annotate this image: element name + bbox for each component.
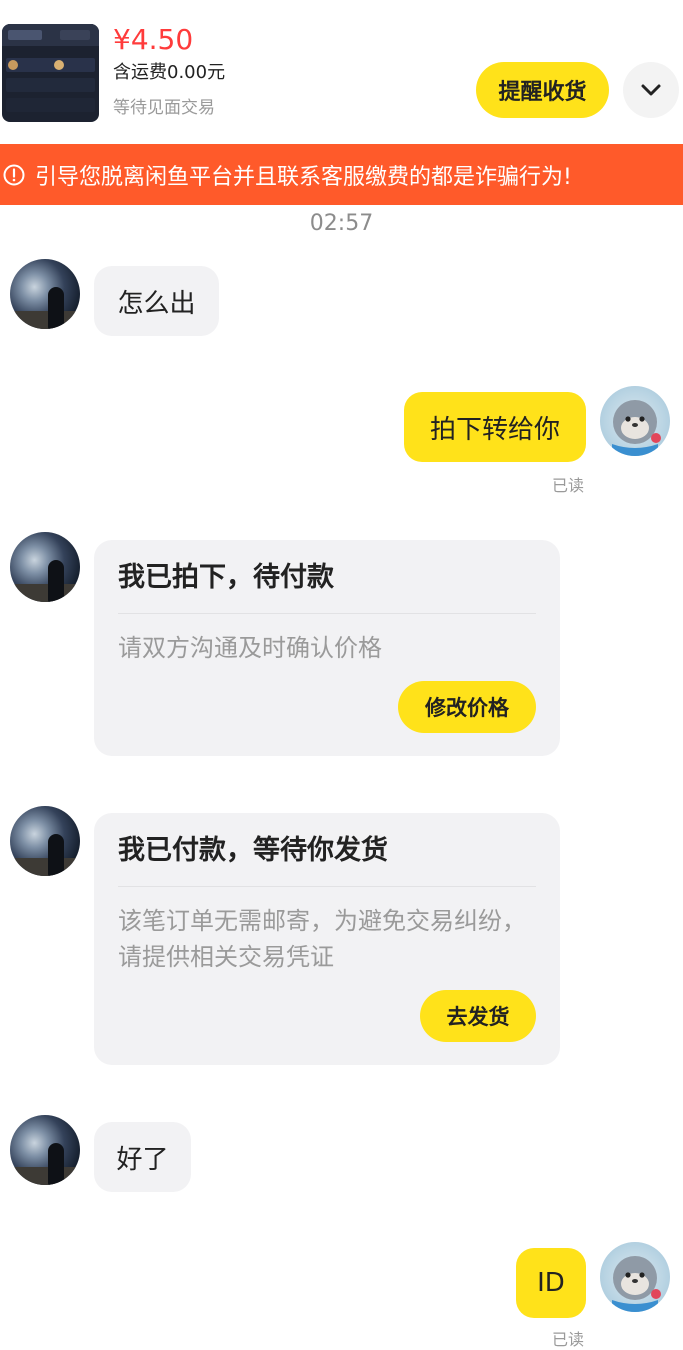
message-bubble[interactable]: 好了 bbox=[94, 1122, 191, 1192]
expand-button[interactable] bbox=[623, 62, 679, 118]
avatar-figure bbox=[48, 834, 64, 876]
ship-button[interactable]: 去发货 bbox=[420, 990, 536, 1042]
message-bubble[interactable]: ID bbox=[516, 1248, 586, 1318]
seal-mascot-icon bbox=[612, 400, 661, 456]
avatar-figure bbox=[48, 287, 64, 329]
avatar[interactable] bbox=[10, 532, 80, 602]
avatar-ground bbox=[10, 584, 80, 602]
thumbnail-tab bbox=[60, 30, 90, 40]
trade-status: 等待见面交易 bbox=[113, 98, 215, 118]
order-header: ¥4.50 含运费0.00元 等待见面交易 提醒收货 bbox=[0, 0, 683, 144]
card-divider bbox=[118, 613, 536, 614]
message-timestamp: 02:57 bbox=[309, 211, 374, 236]
thumbnail-icon bbox=[8, 60, 18, 70]
avatar-figure bbox=[48, 1143, 64, 1185]
card-title: 我已付款，等待你发货 bbox=[118, 835, 388, 866]
modify-price-button[interactable]: 修改价格 bbox=[398, 681, 536, 733]
message-bubble[interactable]: 拍下转给你 bbox=[404, 392, 586, 462]
chevron-down-icon bbox=[641, 84, 661, 96]
product-thumbnail[interactable] bbox=[2, 24, 99, 122]
fraud-warning-banner: 引导您脱离闲鱼平台并且联系客服缴费的都是诈骗行为! bbox=[0, 144, 683, 205]
warning-text: 引导您脱离闲鱼平台并且联系客服缴费的都是诈骗行为! bbox=[35, 164, 572, 190]
avatar[interactable] bbox=[10, 806, 80, 876]
read-status: 已读 bbox=[552, 476, 585, 495]
thumbnail-icon bbox=[54, 60, 64, 70]
card-description: 请双方沟通及时确认价格 bbox=[118, 634, 382, 662]
read-status: 已读 bbox=[552, 1330, 585, 1349]
card-title: 我已拍下，待付款 bbox=[118, 562, 334, 593]
avatar-ground bbox=[10, 1167, 80, 1185]
avatar[interactable] bbox=[600, 386, 670, 456]
card-description: 该笔订单无需邮寄，为避免交易纠纷，请提供相关交易凭证 bbox=[118, 907, 526, 971]
warning-icon bbox=[3, 164, 25, 185]
order-card-pending-payment: 我已拍下，待付款 请双方沟通及时确认价格 修改价格 bbox=[94, 540, 560, 756]
remind-receipt-button[interactable]: 提醒收货 bbox=[476, 62, 609, 118]
order-card-paid: 我已付款，等待你发货 该笔订单无需邮寄，为避免交易纠纷，请提供相关交易凭证 去发… bbox=[94, 813, 560, 1065]
price: ¥4.50 bbox=[113, 23, 194, 56]
shipping-fee: 含运费0.00元 bbox=[113, 62, 226, 83]
avatar-figure bbox=[48, 560, 64, 602]
thumbnail-row bbox=[6, 98, 95, 112]
avatar[interactable] bbox=[10, 1115, 80, 1185]
message-bubble[interactable]: 怎么出 bbox=[94, 266, 219, 336]
card-divider bbox=[118, 886, 536, 887]
avatar[interactable] bbox=[10, 259, 80, 329]
avatar-ground bbox=[10, 858, 80, 876]
avatar[interactable] bbox=[600, 1242, 670, 1312]
seal-mascot-icon bbox=[612, 1256, 661, 1312]
thumbnail-row bbox=[6, 58, 95, 72]
avatar-ground bbox=[10, 311, 80, 329]
thumbnail-tab bbox=[8, 30, 42, 40]
thumbnail-row bbox=[6, 78, 95, 92]
